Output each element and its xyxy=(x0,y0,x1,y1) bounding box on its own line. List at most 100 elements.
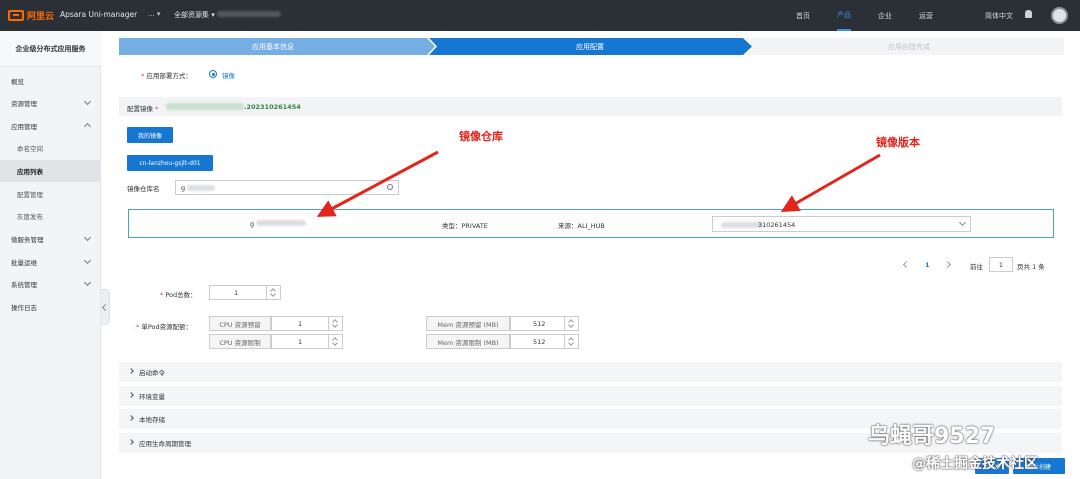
blurred-image-path xyxy=(166,103,244,110)
image-config-label: 配置镜像 * xyxy=(127,105,159,113)
mem-limit-label: Mem 资源限制 (MB) xyxy=(426,334,510,349)
chevron-down-icon xyxy=(83,278,92,287)
sidebar-item-namespace[interactable]: 命名空间 xyxy=(0,137,101,159)
sidebar-item-config[interactable]: 配置管理 xyxy=(0,183,101,205)
cpu-limit-label: CPU 资源限制 xyxy=(209,334,271,349)
blurred-org-name xyxy=(216,11,281,17)
chevron-down-icon xyxy=(83,233,92,242)
language-selector[interactable]: 简体中文 xyxy=(985,0,1013,31)
chevron-up-icon xyxy=(83,122,92,131)
bell-icon[interactable] xyxy=(1025,10,1032,18)
deploy-method-label: * 应用部署方式： xyxy=(141,72,192,80)
nav-home[interactable]: 首页 xyxy=(796,0,810,31)
pod-count-stepper[interactable] xyxy=(267,285,281,300)
resource-quota-label: * 单Pod资源配额： xyxy=(136,323,193,331)
annotation-repo: 镜像仓库 xyxy=(459,130,503,143)
cpu-limit-input[interactable]: 1 xyxy=(271,334,329,349)
sidebar-item-system[interactable]: 系统管理 xyxy=(0,273,101,295)
mem-request-stepper[interactable] xyxy=(565,316,579,331)
sidebar-item-label: 操作日志 xyxy=(11,304,37,312)
blurred-version-prefix xyxy=(721,222,763,228)
nav-operations[interactable]: 运营 xyxy=(919,0,933,31)
sidebar-item-gray-release[interactable]: 灰度发布 xyxy=(0,205,101,227)
sidebar-item-label: 应用列表 xyxy=(17,168,43,176)
repo-search-value: g xyxy=(181,183,186,192)
cpu-limit-stepper[interactable] xyxy=(329,334,343,349)
namespace-tag-button[interactable]: cn-lanzhou-gsjlt-d01 xyxy=(127,155,213,171)
chevron-down-icon xyxy=(958,218,967,227)
chevron-right-icon xyxy=(128,439,134,445)
sidebar-item-label: 概览 xyxy=(11,78,24,86)
sidebar-item-label: 命名空间 xyxy=(17,145,43,153)
mem-limit-stepper[interactable] xyxy=(565,334,579,349)
top-bar: 阿里云 Apsara Uni-manager ... ▾ 全部资源集 ▾ 首页 … xyxy=(0,0,1080,31)
mem-limit-input[interactable]: 512 xyxy=(510,334,565,349)
step-basic-info: 应用基本信息 xyxy=(252,42,294,51)
deploy-image-option[interactable]: 镜像 xyxy=(222,70,235,80)
sidebar-item-overview[interactable]: 概览 xyxy=(0,70,101,92)
next-page-icon[interactable] xyxy=(943,260,952,269)
repo-search-input[interactable]: g xyxy=(175,180,399,195)
cpu-request-input[interactable]: 1 xyxy=(271,316,329,331)
product-name: Apsara Uni-manager xyxy=(60,10,138,19)
sidebar-item-oplog[interactable]: 操作日志 xyxy=(0,296,101,318)
brand-name: 阿里云 xyxy=(27,12,55,22)
mem-request-label: Mem 资源预留 (MB) xyxy=(426,316,510,331)
prev-page-icon[interactable] xyxy=(902,260,911,269)
sidebar-item-label: 系统管理 xyxy=(11,281,37,289)
nav-products[interactable]: 产品 xyxy=(837,0,851,31)
repo-source: 来源：ALI_HUB xyxy=(558,222,605,230)
blurred-repo-search xyxy=(187,184,216,191)
chevron-right-icon xyxy=(128,368,134,374)
repo-name: g xyxy=(250,220,307,228)
cpu-request-stepper[interactable] xyxy=(329,316,343,331)
section-startup-command[interactable]: 启动命令 xyxy=(119,362,1062,382)
image-config-value: .202310261454 xyxy=(244,103,301,111)
watermark-sub: @稀土掘金技术社区 xyxy=(912,456,1038,472)
mem-request-input[interactable]: 512 xyxy=(510,316,565,331)
sidebar-title: 企业级分布式应用服务 xyxy=(0,31,101,67)
current-page[interactable]: 1 xyxy=(925,261,930,269)
nav-enterprise[interactable]: 企业 xyxy=(878,0,892,31)
chevron-down-icon xyxy=(83,256,92,265)
sidebar-item-label: 配置管理 xyxy=(17,191,43,199)
section-env-vars[interactable]: 环境变量 xyxy=(119,386,1062,406)
aliyun-logo-icon xyxy=(8,10,24,21)
deploy-image-radio[interactable] xyxy=(209,70,217,78)
sidebar-item-label: 微服务管理 xyxy=(11,236,44,244)
pod-count-input[interactable]: 1 xyxy=(209,285,267,300)
resource-set-selector[interactable]: 全部资源集 ▾ xyxy=(174,10,281,20)
pagination-total: 页共 1 条 xyxy=(1017,263,1045,271)
image-version-select[interactable]: 310261454 xyxy=(712,216,971,232)
wizard-steps: 应用基本信息 应用配置 应用创建完成 xyxy=(119,38,1064,55)
resource-set-label: 全部资源集 xyxy=(174,11,209,19)
step-app-config: 应用配置 xyxy=(576,42,604,51)
cpu-request-label: CPU 资源预留 xyxy=(209,316,271,331)
sidebar-collapse-handle[interactable] xyxy=(101,289,110,325)
chevron-right-icon xyxy=(128,392,134,398)
step-complete: 应用创建完成 xyxy=(888,42,930,51)
sidebar-item-label: 灰度发布 xyxy=(17,213,43,221)
sidebar-item-app-management[interactable]: 应用管理 xyxy=(0,115,101,137)
repo-search-label: 镜像仓库名 xyxy=(127,185,160,193)
watermark-main: 乌蝇哥9527 xyxy=(868,424,996,449)
repo-type: 类型：PRIVATE xyxy=(442,222,488,230)
region-selector[interactable]: ... ▾ xyxy=(148,10,160,18)
annotation-version: 镜像版本 xyxy=(876,136,920,149)
goto-label: 前往 xyxy=(970,263,983,271)
search-icon[interactable] xyxy=(387,184,393,190)
sidebar-item-label: 应用管理 xyxy=(11,123,37,131)
sidebar-item-batch-ops[interactable]: 批量运维 xyxy=(0,251,101,273)
image-version-value: 310261454 xyxy=(758,221,796,229)
sidebar-item-resources[interactable]: 资源管理 xyxy=(0,92,101,114)
brand-logo[interactable]: 阿里云 xyxy=(8,9,54,22)
pod-count-label: * Pod总数： xyxy=(160,291,197,299)
sidebar-item-label: 资源管理 xyxy=(11,100,37,108)
my-image-button[interactable]: 我的镜像 xyxy=(127,127,173,143)
user-avatar[interactable] xyxy=(1051,7,1068,24)
sidebar-item-label: 批量运维 xyxy=(11,259,37,267)
sidebar-item-microservices[interactable]: 微服务管理 xyxy=(0,228,101,250)
sidebar-item-app-list[interactable]: 应用列表 xyxy=(0,160,101,182)
goto-page-input[interactable]: 1 xyxy=(989,257,1013,272)
chevron-down-icon xyxy=(83,97,92,106)
